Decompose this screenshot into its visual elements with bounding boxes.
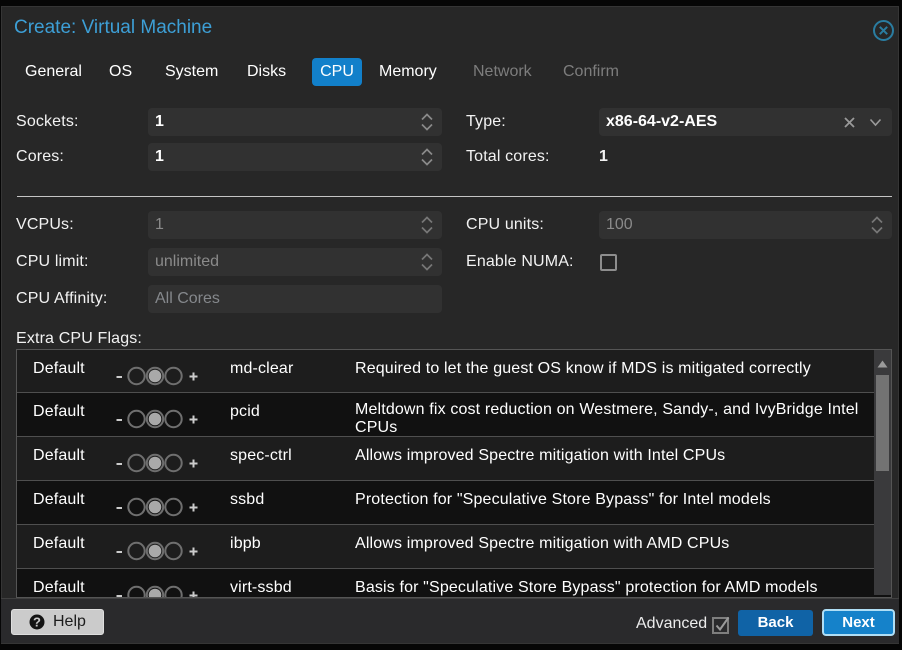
svg-text:?: ? [33, 615, 41, 630]
